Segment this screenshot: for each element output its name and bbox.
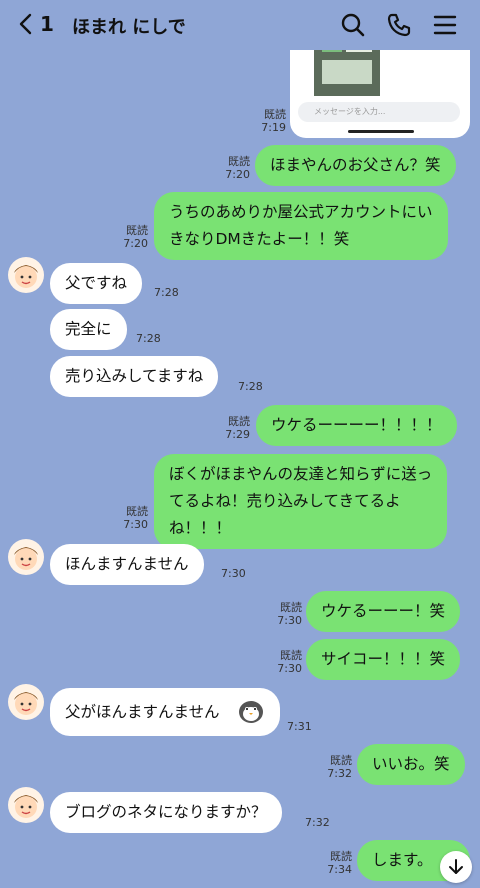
read-receipt: 既読 7:30 (277, 649, 302, 675)
message-bubble-out[interactable]: いいお。笑 (357, 744, 465, 785)
chat-header: 1 ほまれ にしで (0, 0, 480, 50)
read-receipt: 既読 7:29 (225, 415, 250, 441)
read-receipt: 既読 7:30 (123, 505, 148, 531)
chat-title: ほまれ にしで (72, 17, 186, 38)
message-bubble-in[interactable]: 父がほんますんません (50, 688, 280, 736)
back-button[interactable]: 1 (18, 10, 58, 40)
message-time: 7:30 (221, 567, 246, 580)
unread-count: 1 (40, 12, 54, 36)
penguin-emoji-icon (239, 701, 263, 723)
back-chevron-icon (19, 13, 32, 35)
message-bubble-out[interactable]: ぼくがほまやんの友達と知らずに送っ てるよね！売り込みしてきてるよ ね！！！ (154, 454, 448, 549)
search-button[interactable] (340, 12, 366, 38)
message-time: 7:32 (305, 816, 330, 829)
avatar[interactable] (8, 684, 44, 720)
menu-button[interactable] (432, 12, 458, 38)
message-bubble-out[interactable]: ウケるーーー！笑 (306, 591, 461, 632)
read-receipt: 既読 7:20 (123, 224, 148, 250)
message-time: 7:28 (154, 286, 179, 299)
message-time: 7:28 (238, 380, 263, 393)
message-bubble-out[interactable]: サイコー！！！笑 (306, 639, 461, 680)
scroll-down-icon (449, 859, 463, 874)
call-button[interactable] (386, 12, 412, 38)
avatar[interactable] (8, 787, 44, 823)
menu-icon (433, 15, 457, 35)
message-bubble-out[interactable]: ウケるーーーー！！！！ (256, 405, 457, 446)
read-receipt: 既読 7:19 (261, 108, 286, 134)
read-receipt: 既読 7:20 (225, 155, 250, 181)
message-bubble-in[interactable]: ほんますんません (50, 544, 204, 585)
message-bubble-out[interactable]: うちのあめりか屋公式アカウントにい きなりDMきたよー！！笑 (154, 192, 448, 260)
message-bubble-out[interactable]: ほまやんのお父さん？笑 (255, 145, 456, 186)
search-icon (341, 13, 365, 37)
message-time: 7:31 (287, 720, 312, 733)
message-time: 7:28 (136, 332, 161, 345)
image-input-placeholder: メッセージを入力... (314, 107, 386, 116)
avatar[interactable] (8, 539, 44, 575)
read-receipt: 既読 7:32 (327, 754, 352, 780)
read-receipt: 既読 7:34 (327, 850, 352, 876)
message-bubble-in[interactable]: 完全に (50, 309, 127, 350)
message-bubble-in[interactable]: 父ですね (50, 263, 143, 304)
message-bubble-in[interactable]: 売り込みしてますね (50, 356, 219, 397)
read-receipt: 既読 7:30 (277, 601, 302, 627)
phone-icon (387, 13, 411, 37)
home-indicator (348, 130, 414, 133)
message-bubble-in[interactable]: ブログのネタになりますか？ (50, 792, 282, 833)
avatar[interactable] (8, 257, 44, 293)
scroll-to-bottom-button[interactable] (440, 851, 472, 883)
